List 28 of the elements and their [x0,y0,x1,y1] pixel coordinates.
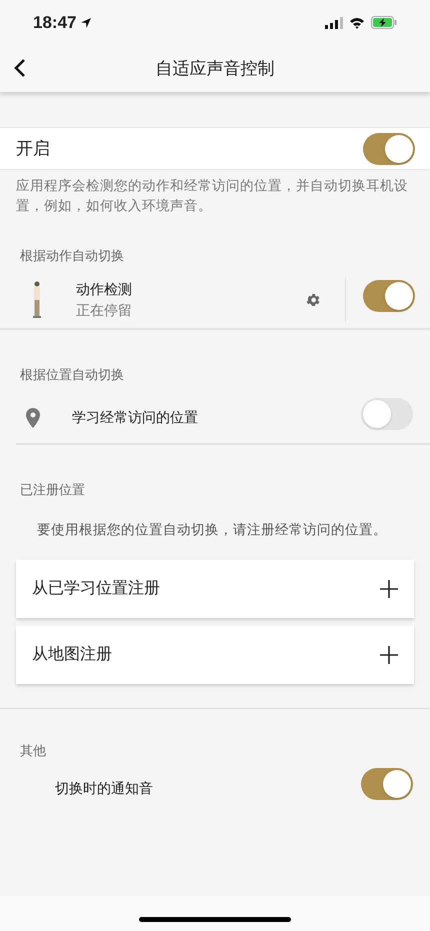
battery-charging-icon [371,16,397,29]
settings-icon[interactable] [305,292,321,308]
hint-text: 要使用根据您的位置自动切换，请注册经常访问的位置。 [36,520,388,538]
plus-icon [380,580,398,598]
location-arrow-icon [80,16,92,28]
map-pin-icon [26,408,40,428]
toggle-switch[interactable] [363,132,415,164]
feature-status: 正在停留 [76,300,132,320]
status-time: 18:47 [33,12,76,34]
setting-label: 学习经常访问的位置 [72,408,198,427]
signal-icon [325,16,343,28]
section-heading: 根据动作自动切换 [19,247,125,265]
toggle-switch[interactable] [363,280,415,312]
standing-figure-icon [30,280,44,318]
section-heading: 根据位置自动切换 [19,366,125,384]
toggle-switch[interactable] [361,398,413,430]
toggle-switch[interactable] [361,768,413,800]
wifi-icon [349,16,365,28]
section-heading: 已注册位置 [19,481,86,499]
description-text: 应用程序会检测您的动作和经常访问的位置，并自动切换耳机设置，例如，如何收入环境声音。 [15,177,409,215]
register-location-button[interactable]: 从地图注册 [16,626,414,684]
register-location-button[interactable]: 从已学习位置注册 [16,560,414,618]
plus-icon [380,646,398,664]
setting-label: 开启 [16,138,50,160]
page-title: 自适应声音控制 [156,58,274,80]
setting-label: 切换时的通知音 [55,778,153,798]
section-heading: 其他 [19,742,47,760]
feature-title: 动作检测 [76,280,132,298]
